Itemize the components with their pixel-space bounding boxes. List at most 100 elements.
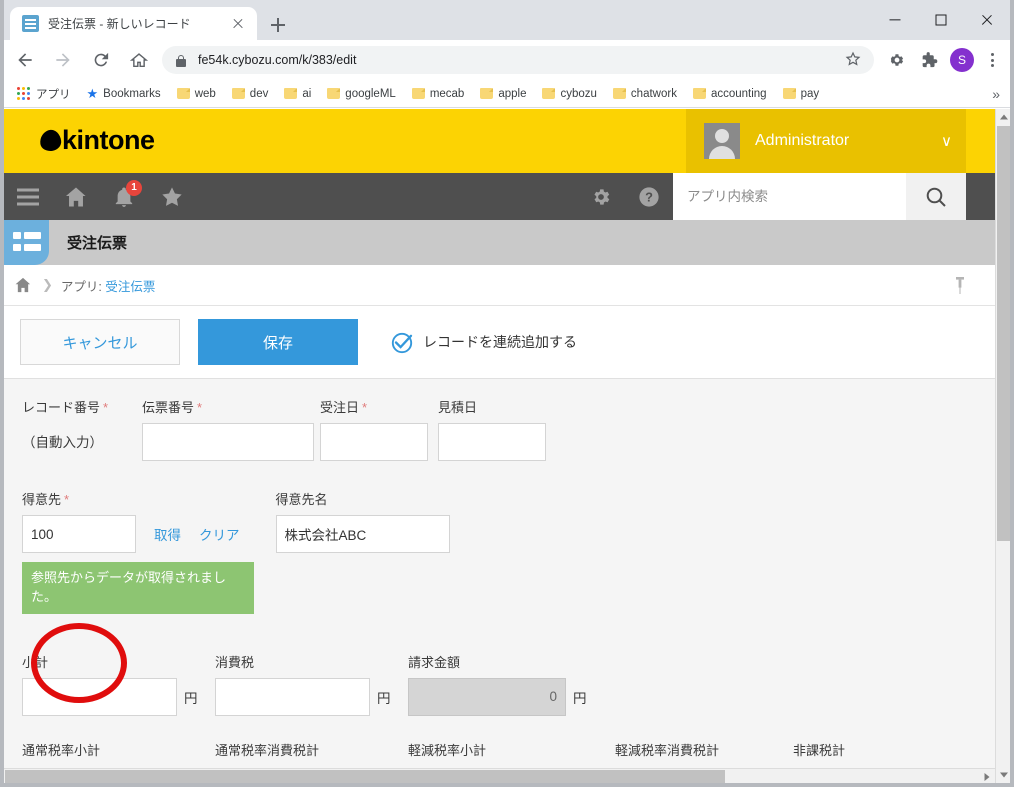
close-window-button[interactable] bbox=[964, 0, 1010, 40]
svg-text:?: ? bbox=[645, 189, 653, 204]
bookmark-folder-googleml[interactable]: googleML bbox=[322, 85, 401, 103]
customer-name-input[interactable] bbox=[275, 515, 450, 553]
home-icon[interactable] bbox=[122, 43, 156, 77]
field-slip-number: 伝票番号 * bbox=[142, 397, 320, 461]
required-marker: * bbox=[64, 492, 70, 507]
kintone-navbar: 1 ? bbox=[4, 173, 995, 220]
notification-bell-icon[interactable]: 1 bbox=[100, 173, 148, 220]
folder-icon bbox=[231, 88, 245, 99]
breadcrumb-home-icon[interactable] bbox=[4, 265, 42, 306]
search-icon bbox=[926, 187, 946, 207]
bookmark-label: Bookmarks bbox=[103, 87, 161, 100]
bookmark-folder-chatwork[interactable]: chatwork bbox=[608, 85, 682, 103]
browser-window: 受注伝票 - 新しいレコード fe54k.cybozu.com/k/383/ed… bbox=[0, 0, 1014, 787]
search-input[interactable] bbox=[673, 174, 906, 219]
customer-code-input[interactable] bbox=[22, 515, 136, 553]
folder-icon bbox=[480, 88, 494, 99]
label-nontax-total: 非課税計 bbox=[793, 742, 846, 758]
minimize-button[interactable] bbox=[872, 0, 918, 40]
scroll-down-arrow-icon[interactable] bbox=[996, 767, 1010, 783]
label-text: レコード番号 bbox=[22, 400, 101, 415]
reload-icon[interactable] bbox=[84, 43, 118, 77]
pin-icon[interactable] bbox=[953, 276, 967, 296]
check-circle-icon bbox=[390, 330, 414, 354]
browser-toolbar: fe54k.cybozu.com/k/383/edit S bbox=[4, 40, 1010, 80]
bookmark-folder-web[interactable]: web bbox=[172, 85, 221, 103]
continuous-add-label: レコードを連続追加する bbox=[423, 334, 577, 350]
chrome-menu-icon[interactable] bbox=[978, 45, 1006, 75]
bookmark-apps[interactable]: アプリ bbox=[12, 83, 76, 105]
bookmark-label: web bbox=[194, 87, 216, 100]
record-action-bar: キャンセル 保存 レコードを連続追加する bbox=[4, 306, 995, 379]
close-tab-icon[interactable] bbox=[227, 13, 249, 35]
menu-icon[interactable] bbox=[4, 173, 52, 220]
label-text: 伝票番号 bbox=[142, 400, 195, 415]
lookup-clear-link[interactable]: クリア bbox=[199, 524, 240, 544]
bookmark-label: アプリ bbox=[36, 88, 71, 101]
bookmark-folder-pay[interactable]: pay bbox=[778, 85, 825, 103]
app-search-box[interactable] bbox=[673, 173, 906, 220]
cancel-button[interactable]: キャンセル bbox=[20, 319, 180, 365]
form-row-4: 通常税率小計 通常税率消費税計 軽減税率小計 軽減税率消費税計 非課税計 bbox=[4, 740, 995, 766]
window-frame-left bbox=[0, 0, 4, 787]
kintone-logo[interactable]: kintone bbox=[38, 125, 155, 156]
browser-tab[interactable]: 受注伝票 - 新しいレコード bbox=[10, 7, 257, 40]
address-bar[interactable]: fe54k.cybozu.com/k/383/edit bbox=[162, 46, 874, 74]
bookmark-folder-dev[interactable]: dev bbox=[227, 85, 274, 103]
kintone-logo-mark-icon bbox=[38, 128, 63, 153]
profile-avatar[interactable]: S bbox=[950, 48, 974, 72]
tax-input[interactable] bbox=[215, 677, 370, 716]
label-normal-tax-subtotal: 通常税率小計 bbox=[22, 742, 101, 758]
bookmark-folder-ai[interactable]: ai bbox=[279, 85, 316, 103]
search-button[interactable] bbox=[906, 173, 966, 220]
puzzle-extensions-icon[interactable] bbox=[914, 45, 944, 75]
vertical-scrollbar[interactable] bbox=[995, 109, 1010, 783]
maximize-button[interactable] bbox=[918, 0, 964, 40]
field-tax: 消費税 円 bbox=[215, 652, 408, 716]
subtotal-input[interactable] bbox=[22, 677, 177, 716]
scroll-up-arrow-icon[interactable] bbox=[996, 109, 1010, 125]
hscroll-thumb[interactable] bbox=[5, 770, 725, 783]
continuous-add-checkbox[interactable]: レコードを連続追加する bbox=[390, 330, 577, 354]
bookmark-label: mecab bbox=[429, 87, 465, 100]
breadcrumb: ❯ アプリ: 受注伝票 bbox=[4, 265, 995, 306]
label-text: 得意先 bbox=[22, 492, 62, 507]
bookmark-folder-cybozu[interactable]: cybozu bbox=[537, 85, 601, 103]
notification-badge: 1 bbox=[126, 180, 142, 196]
new-tab-button[interactable] bbox=[266, 13, 290, 37]
bookmark-folder-mecab[interactable]: mecab bbox=[407, 85, 470, 103]
scroll-right-arrow-icon[interactable] bbox=[979, 769, 995, 783]
bookmark-bookmarks[interactable]: ★ Bookmarks bbox=[82, 83, 166, 105]
bookmark-folder-accounting[interactable]: accounting bbox=[688, 85, 772, 103]
window-frame-right bbox=[1010, 0, 1014, 787]
back-arrow-icon[interactable] bbox=[8, 43, 42, 77]
breadcrumb-app-link[interactable]: 受注伝票 bbox=[105, 280, 155, 294]
username-label: Administrator bbox=[755, 132, 850, 149]
lookup-get-link[interactable]: 取得 bbox=[154, 524, 181, 544]
order-date-input[interactable] bbox=[320, 423, 428, 461]
help-icon[interactable]: ? bbox=[625, 173, 673, 220]
save-button[interactable]: 保存 bbox=[198, 319, 358, 365]
kintone-app-favicon-icon bbox=[22, 15, 39, 32]
home-icon[interactable] bbox=[52, 173, 100, 220]
quote-date-input[interactable] bbox=[438, 423, 546, 461]
favorites-star-icon[interactable] bbox=[148, 173, 196, 220]
settings-gear-icon[interactable] bbox=[577, 173, 625, 220]
horizontal-scrollbar[interactable] bbox=[4, 768, 995, 783]
gear-extension-icon[interactable] bbox=[882, 45, 912, 75]
bookmark-star-icon[interactable] bbox=[844, 50, 864, 70]
kintone-header: kintone Administrator ∨ bbox=[4, 109, 995, 173]
label-text: 得意先名 bbox=[275, 492, 328, 507]
bookmarks-overflow-icon[interactable]: » bbox=[992, 86, 1000, 102]
bookmark-folder-apple[interactable]: apple bbox=[475, 85, 531, 103]
forward-arrow-icon[interactable] bbox=[46, 43, 80, 77]
user-menu[interactable]: Administrator ∨ bbox=[686, 109, 966, 173]
record-number-value: （自動入力） bbox=[22, 435, 103, 450]
vscroll-thumb[interactable] bbox=[997, 126, 1010, 541]
bookmark-label: dev bbox=[249, 87, 269, 100]
page-viewport: kintone Administrator ∨ 1 ? アプリ内検索 受注伝票 … bbox=[4, 109, 1010, 783]
label-reduced-tax-total: 軽減税率消費税計 bbox=[615, 742, 720, 758]
form-row-2: 得意先* 取得 クリア 参照先からデータが取得されました。 得意先名 bbox=[4, 489, 995, 614]
slip-number-input[interactable] bbox=[142, 423, 314, 461]
form-row-3: 小計 円 消費税 円 請求金額 0 円 bbox=[4, 652, 995, 716]
